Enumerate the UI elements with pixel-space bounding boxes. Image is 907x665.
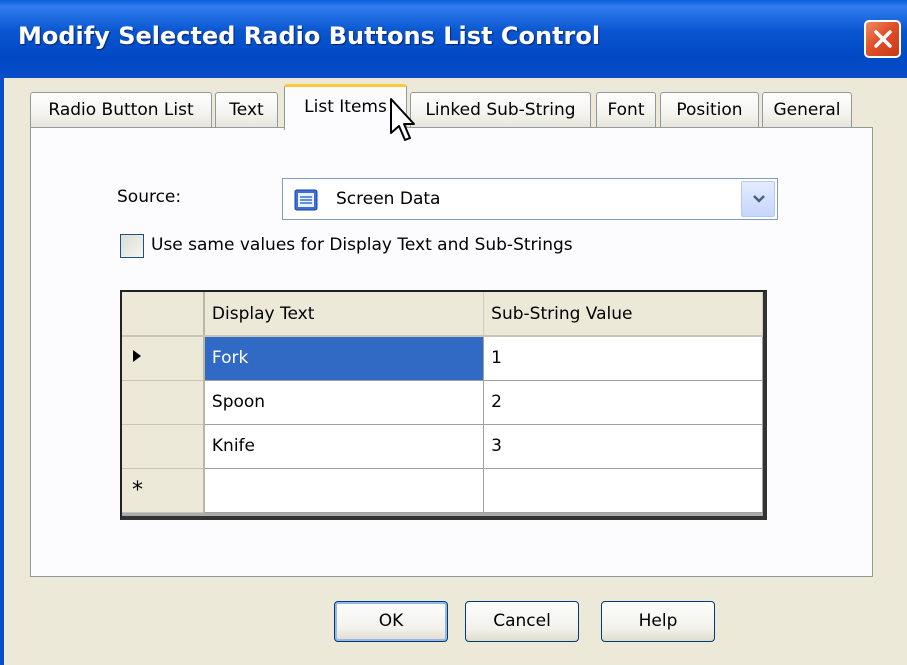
tab-font[interactable]: Font bbox=[596, 92, 656, 128]
mouse-cursor-icon bbox=[390, 98, 415, 141]
column-header-display-text[interactable]: Display Text bbox=[203, 292, 485, 337]
new-row-icon: * bbox=[132, 477, 143, 503]
close-icon bbox=[874, 30, 892, 48]
tab-label: Text bbox=[229, 100, 264, 120]
row-header[interactable] bbox=[122, 380, 205, 425]
close-button[interactable] bbox=[864, 20, 901, 58]
tab-label: Font bbox=[607, 100, 645, 120]
cell-display-text[interactable]: Spoon bbox=[203, 380, 485, 425]
source-value: Screen Data bbox=[336, 189, 441, 209]
grid-corner[interactable] bbox=[122, 292, 205, 337]
row-header[interactable] bbox=[122, 424, 205, 469]
chevron-down-icon bbox=[753, 195, 765, 203]
cancel-label: Cancel bbox=[493, 611, 551, 631]
tab-linked-sub-string[interactable]: Linked Sub-String bbox=[410, 92, 591, 128]
grid-header-row: Display Text Sub-String Value bbox=[122, 292, 763, 337]
window-frame bbox=[0, 78, 4, 665]
same-values-label: Use same values for Display Text and Sub… bbox=[151, 235, 573, 255]
current-row-arrow-icon bbox=[133, 350, 141, 363]
tab-label: List Items bbox=[304, 97, 387, 117]
source-label: Source: bbox=[117, 187, 182, 207]
tab-text[interactable]: Text bbox=[215, 92, 278, 128]
window-title: Modify Selected Radio Buttons List Contr… bbox=[18, 22, 601, 50]
dropdown-button[interactable] bbox=[741, 181, 775, 217]
row-header[interactable] bbox=[122, 336, 205, 381]
table-row[interactable]: Fork 1 bbox=[122, 336, 763, 381]
ok-button[interactable]: OK bbox=[334, 601, 448, 642]
cancel-button[interactable]: Cancel bbox=[465, 601, 579, 642]
tab-radio-button-list[interactable]: Radio Button List bbox=[30, 92, 212, 128]
new-row[interactable]: * bbox=[122, 468, 763, 513]
help-label: Help bbox=[638, 611, 678, 631]
table-row[interactable]: Knife 3 bbox=[122, 424, 763, 469]
tab-position[interactable]: Position bbox=[660, 92, 759, 128]
cell-sub-string-value[interactable]: 3 bbox=[483, 424, 763, 469]
cell-display-text[interactable] bbox=[203, 468, 485, 513]
table-row[interactable]: Spoon 2 bbox=[122, 380, 763, 425]
column-header-sub-string-value[interactable]: Sub-String Value bbox=[483, 292, 763, 337]
tab-strip: Radio Button List Text List Items Linked… bbox=[30, 82, 870, 130]
cell-sub-string-value[interactable]: 2 bbox=[483, 380, 763, 425]
tab-label: Linked Sub-String bbox=[425, 100, 576, 120]
title-bar[interactable]: Modify Selected Radio Buttons List Contr… bbox=[0, 0, 907, 78]
row-header[interactable]: * bbox=[122, 468, 205, 513]
cell-sub-string-value[interactable]: 1 bbox=[483, 336, 763, 381]
tab-general[interactable]: General bbox=[762, 92, 852, 128]
document-icon bbox=[294, 189, 318, 211]
source-dropdown[interactable]: Screen Data bbox=[282, 178, 778, 220]
cell-sub-string-value[interactable] bbox=[483, 468, 763, 513]
help-button[interactable]: Help bbox=[601, 601, 715, 642]
tab-label: General bbox=[773, 100, 841, 120]
same-values-checkbox[interactable] bbox=[120, 234, 144, 258]
cell-display-text[interactable]: Fork bbox=[203, 336, 485, 381]
cell-display-text[interactable]: Knife bbox=[203, 424, 485, 469]
tab-label: Position bbox=[676, 100, 743, 120]
list-items-grid[interactable]: Display Text Sub-String Value Fork 1 Spo… bbox=[120, 290, 767, 520]
ok-label: OK bbox=[378, 611, 404, 631]
tab-label: Radio Button List bbox=[48, 100, 194, 120]
